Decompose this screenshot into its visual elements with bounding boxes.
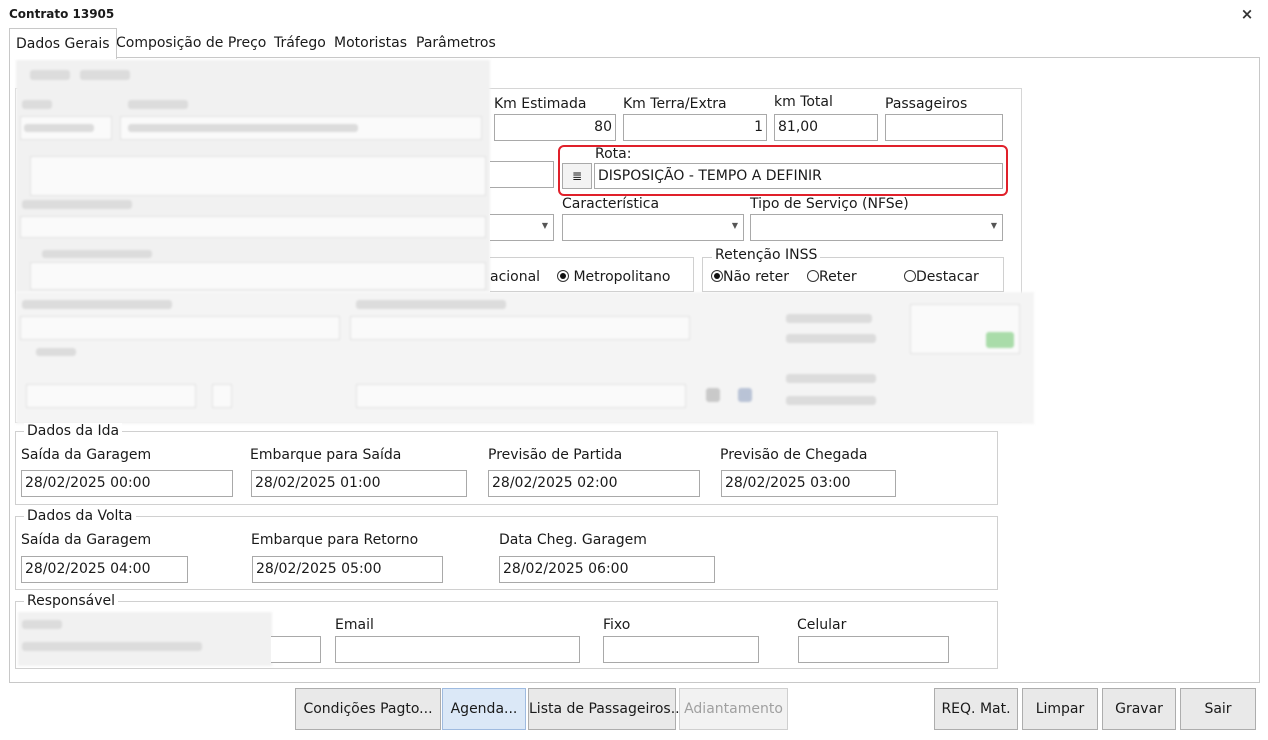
responsavel-title: Responsável <box>24 593 118 609</box>
ida-embarque-saida-input[interactable]: 28/02/2025 01:00 <box>251 470 467 497</box>
celular-label: Celular <box>797 617 847 633</box>
lista-passageiros-button[interactable]: Lista de Passageiros... <box>528 688 684 730</box>
tab-parametros[interactable]: Parâmetros <box>416 28 496 58</box>
tab-trafego[interactable]: Tráfego <box>274 28 326 58</box>
rota-list-icon[interactable]: ≣ <box>562 163 592 189</box>
condicoes-pagto-button[interactable]: Condições Pagto... <box>295 688 441 730</box>
km-estimada-label: Km Estimada <box>494 96 587 112</box>
caracteristica-label: Característica <box>562 196 660 212</box>
agenda-button[interactable]: Agenda... <box>442 688 526 730</box>
km-total-input[interactable]: 81,00 <box>774 114 878 141</box>
rota-input[interactable]: DISPOSIÇÃO - TEMPO A DEFINIR <box>594 163 1003 189</box>
celular-input[interactable] <box>798 636 949 663</box>
retencao-option-nao-reter[interactable]: Não reter <box>711 269 789 285</box>
nao-reter-label: Não reter <box>723 269 789 285</box>
volta-saida-garagem-label: Saída da Garagem <box>21 532 152 548</box>
tab-dados-gerais[interactable]: Dados Gerais <box>9 28 117 59</box>
tipo-servico-label: Tipo de Serviço (NFSe) <box>750 196 909 212</box>
gravar-button[interactable]: Gravar <box>1102 688 1176 730</box>
radio-checked-icon <box>557 270 569 282</box>
ida-previsao-chegada-label: Previsão de Chegada <box>720 447 868 463</box>
window-title: Contrato 13905 <box>9 7 115 21</box>
radio-icon <box>904 270 916 282</box>
adiantamento-button[interactable]: Adiantamento <box>679 688 788 730</box>
abrangencia-option-partial[interactable]: acional <box>490 269 540 285</box>
redacted-region-top-left <box>16 60 490 292</box>
ida-saida-garagem-label: Saída da Garagem <box>21 447 152 463</box>
volta-embarque-retorno-label: Embarque para Retorno <box>251 532 419 548</box>
caracteristica-select[interactable]: ▼ <box>562 214 744 241</box>
radio-icon <box>807 270 819 282</box>
passageiros-label: Passageiros <box>885 96 968 112</box>
email-input[interactable] <box>335 636 580 663</box>
redacted-responsavel-name <box>18 612 272 666</box>
radio-checked-icon <box>711 270 723 282</box>
retencao-option-reter[interactable]: Reter <box>807 269 857 285</box>
sair-button[interactable]: Sair <box>1180 688 1256 730</box>
volta-cheg-garagem-label: Data Cheg. Garagem <box>499 532 647 548</box>
fixo-label: Fixo <box>603 617 631 633</box>
rota-label: Rota: <box>595 146 632 162</box>
chevron-down-icon: ▼ <box>541 221 548 230</box>
tab-motoristas[interactable]: Motoristas <box>334 28 407 58</box>
limpar-button[interactable]: Limpar <box>1022 688 1098 730</box>
metropolitano-label: Metropolitano <box>573 269 671 285</box>
abrangencia-option-metropolitano[interactable]: Metropolitano <box>557 269 670 285</box>
close-icon[interactable]: × <box>1238 4 1256 24</box>
ida-previsao-chegada-input[interactable]: 28/02/2025 03:00 <box>721 470 896 497</box>
km-terra-input[interactable]: 1 <box>623 114 767 141</box>
volta-title: Dados da Volta <box>24 508 136 524</box>
responsavel-nome-input[interactable] <box>271 636 321 663</box>
volta-embarque-retorno-input[interactable]: 28/02/2025 05:00 <box>252 556 443 583</box>
volta-saida-garagem-input[interactable]: 28/02/2025 04:00 <box>21 556 188 583</box>
ida-previsao-partida-label: Previsão de Partida <box>488 447 623 463</box>
reter-label: Reter <box>819 269 857 285</box>
volta-cheg-garagem-input[interactable]: 28/02/2025 06:00 <box>499 556 715 583</box>
partial-combo[interactable]: ▼ <box>490 214 554 241</box>
tipo-servico-select[interactable]: ▼ <box>750 214 1003 241</box>
req-mat-button[interactable]: REQ. Mat. <box>934 688 1018 730</box>
passageiros-input[interactable] <box>885 114 1003 141</box>
tab-composicao-preco[interactable]: Composição de Preço <box>116 28 266 58</box>
ida-embarque-saida-label: Embarque para Saída <box>250 447 402 463</box>
partial-field[interactable] <box>490 161 554 188</box>
km-terra-label: Km Terra/Extra <box>623 96 727 112</box>
destacar-label: Destacar <box>916 269 979 285</box>
fixo-input[interactable] <box>603 636 759 663</box>
km-estimada-input[interactable]: 80 <box>494 114 616 141</box>
retencao-option-destacar[interactable]: Destacar <box>904 269 979 285</box>
chevron-down-icon: ▼ <box>731 221 738 230</box>
redacted-region-middle <box>16 292 1034 424</box>
ida-previsao-partida-input[interactable]: 28/02/2025 02:00 <box>488 470 700 497</box>
ida-saida-garagem-input[interactable]: 28/02/2025 00:00 <box>21 470 233 497</box>
retencao-title: Retenção INSS <box>712 247 821 263</box>
email-label: Email <box>335 617 374 633</box>
km-total-label: km Total <box>774 94 833 110</box>
ida-title: Dados da Ida <box>24 423 123 439</box>
chevron-down-icon: ▼ <box>990 221 997 230</box>
